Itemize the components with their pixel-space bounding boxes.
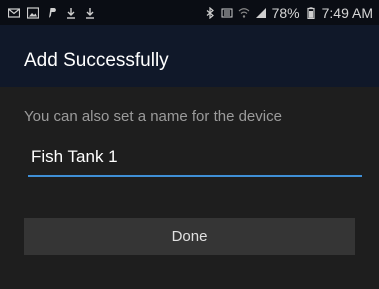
- done-button[interactable]: Done: [24, 218, 355, 255]
- mail-icon: [8, 7, 20, 19]
- dialog-title: Add Successfully: [24, 50, 169, 71]
- screen: 78% 7:49 AM Add Successfully You can als…: [0, 0, 379, 289]
- volte-icon: [221, 7, 233, 19]
- clock: 7:49 AM: [321, 4, 373, 21]
- status-bar-right: 78% 7:49 AM: [204, 5, 379, 21]
- download-icon: [84, 7, 96, 19]
- wifi-icon: [238, 7, 250, 19]
- signal-icon: [255, 7, 267, 19]
- bluetooth-icon: [204, 6, 216, 19]
- status-bar: 78% 7:49 AM: [0, 0, 379, 25]
- dialog-prompt: You can also set a name for the device: [24, 108, 282, 125]
- device-name-input[interactable]: [31, 147, 351, 167]
- dialog-body: You can also set a name for the device D…: [0, 87, 379, 289]
- dialog-header: Add Successfully: [0, 25, 379, 87]
- download-icon: [65, 7, 77, 19]
- status-bar-left: [0, 6, 96, 19]
- battery-percent: 78%: [271, 4, 300, 21]
- battery-icon: [305, 6, 317, 19]
- image-icon: [27, 6, 39, 19]
- device-name-field[interactable]: [28, 147, 362, 177]
- paypal-icon: [46, 7, 58, 19]
